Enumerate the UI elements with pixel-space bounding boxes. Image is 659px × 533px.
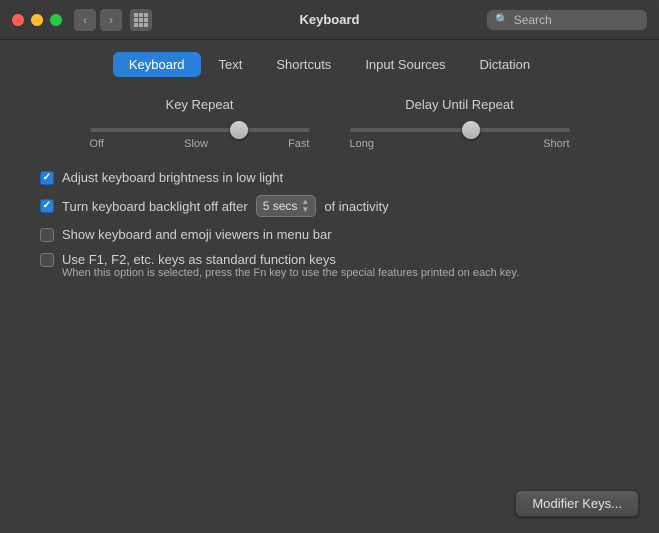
backlight-dropdown[interactable]: 5 secs ▲ ▼: [256, 195, 317, 217]
key-repeat-slow: Slow: [184, 138, 208, 150]
search-box[interactable]: 🔍 Search: [487, 10, 647, 30]
key-repeat-thumb[interactable]: [230, 121, 248, 139]
bottom-bar: Modifier Keys...: [0, 478, 659, 533]
nav-buttons: ‹ ›: [74, 9, 122, 31]
delay-group: Delay Until Repeat Long Short: [350, 97, 570, 150]
option-emoji-row: Show keyboard and emoji viewers in menu …: [40, 227, 619, 242]
brightness-label: Adjust keyboard brightness in low light: [62, 170, 283, 185]
tab-keyboard[interactable]: Keyboard: [113, 52, 201, 77]
traffic-lights: [12, 14, 62, 26]
sliders-section: Key Repeat Off Slow Fast Delay Until Rep…: [40, 97, 619, 150]
tab-dictation[interactable]: Dictation: [464, 52, 547, 77]
delay-labels: Long Short: [350, 138, 570, 150]
fn-sub-note: When this option is selected, press the …: [62, 267, 619, 279]
search-icon: 🔍: [495, 13, 509, 26]
grid-button[interactable]: [130, 9, 152, 31]
options-section: Adjust keyboard brightness in low light …: [40, 170, 619, 279]
back-button[interactable]: ‹: [74, 9, 96, 31]
delay-label: Delay Until Repeat: [405, 97, 513, 112]
fn-checkbox[interactable]: [40, 253, 54, 267]
option-fn-group: Use F1, F2, etc. keys as standard functi…: [40, 252, 619, 279]
key-repeat-track[interactable]: [90, 128, 310, 132]
forward-button[interactable]: ›: [100, 9, 122, 31]
option-brightness-row: Adjust keyboard brightness in low light: [40, 170, 619, 185]
modifier-keys-button[interactable]: Modifier Keys...: [515, 490, 639, 517]
delay-thumb[interactable]: [462, 121, 480, 139]
keyboard-window: ‹ › Keyboard 🔍 Search Keyboard Text Shor…: [0, 0, 659, 533]
fn-label: Use F1, F2, etc. keys as standard functi…: [62, 252, 336, 267]
grid-icon: [134, 13, 148, 27]
backlight-dropdown-value: 5 secs: [263, 199, 298, 213]
key-repeat-fast: Fast: [288, 138, 309, 150]
key-repeat-labels: Off Slow Fast: [90, 138, 310, 150]
emoji-label: Show keyboard and emoji viewers in menu …: [62, 227, 332, 242]
main-content: Key Repeat Off Slow Fast Delay Until Rep…: [0, 87, 659, 478]
delay-short: Short: [543, 138, 569, 150]
titlebar: ‹ › Keyboard 🔍 Search: [0, 0, 659, 40]
tab-shortcuts[interactable]: Shortcuts: [260, 52, 347, 77]
minimize-button[interactable]: [31, 14, 43, 26]
option-fn-row: Use F1, F2, etc. keys as standard functi…: [40, 252, 619, 267]
key-repeat-off: Off: [90, 138, 104, 150]
backlight-after-label: of inactivity: [324, 199, 388, 214]
key-repeat-slider-wrap[interactable]: [90, 128, 310, 132]
tab-input-sources[interactable]: Input Sources: [349, 52, 461, 77]
search-placeholder: Search: [514, 13, 552, 27]
option-backlight-row: Turn keyboard backlight off after 5 secs…: [40, 195, 619, 217]
key-repeat-group: Key Repeat Off Slow Fast: [90, 97, 310, 150]
delay-long: Long: [350, 138, 374, 150]
brightness-checkbox[interactable]: [40, 171, 54, 185]
delay-slider-wrap[interactable]: [350, 128, 570, 132]
tabs-bar: Keyboard Text Shortcuts Input Sources Di…: [0, 40, 659, 87]
delay-track[interactable]: [350, 128, 570, 132]
window-title: Keyboard: [300, 12, 360, 27]
emoji-checkbox[interactable]: [40, 228, 54, 242]
maximize-button[interactable]: [50, 14, 62, 26]
key-repeat-label: Key Repeat: [166, 97, 234, 112]
backlight-label: Turn keyboard backlight off after: [62, 199, 248, 214]
tab-text[interactable]: Text: [203, 52, 259, 77]
dropdown-arrows-icon: ▲ ▼: [301, 198, 309, 214]
close-button[interactable]: [12, 14, 24, 26]
backlight-checkbox[interactable]: [40, 199, 54, 213]
